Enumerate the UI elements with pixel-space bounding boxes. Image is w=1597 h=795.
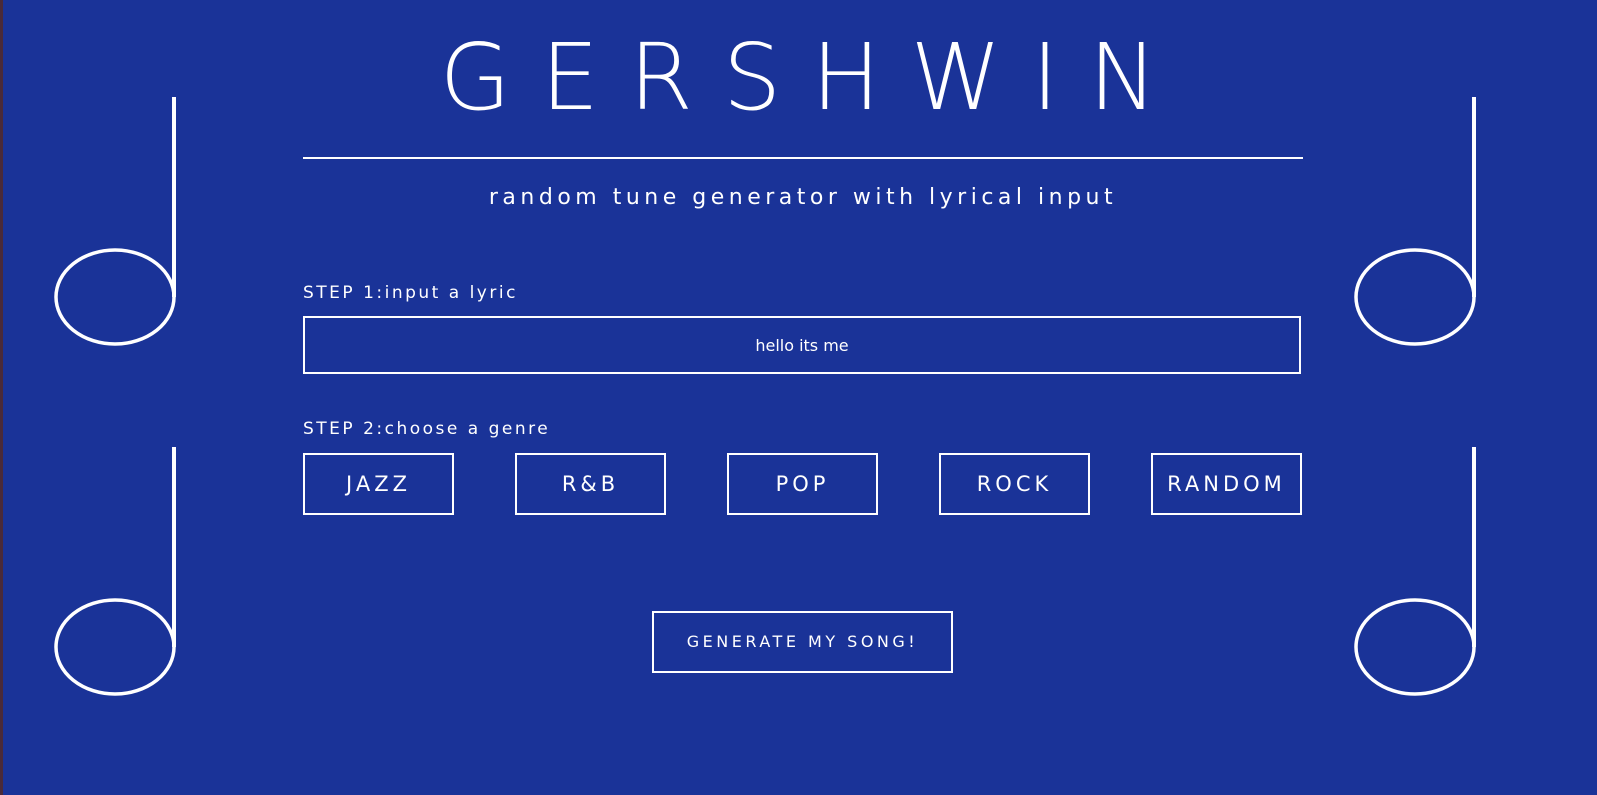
genre-button-rnb[interactable]: R&B [515,453,666,515]
app-title: GERSHWIN [439,24,1188,131]
half-note-icon [1353,447,1483,697]
genre-button-group: JAZZ R&B POP ROCK RANDOM [303,453,1303,515]
page: GERSHWIN random tune generator with lyri… [0,0,1597,795]
genre-button-jazz[interactable]: JAZZ [303,453,454,515]
app-subtitle: random tune generator with lyrical input [488,185,1118,210]
genre-button-random[interactable]: RANDOM [1151,453,1302,515]
half-note-icon [53,447,183,697]
half-note-icon [1353,97,1483,347]
generate-song-button[interactable]: GENERATE MY SONG! [652,611,953,673]
genre-button-pop[interactable]: POP [727,453,878,515]
genre-button-rock[interactable]: ROCK [939,453,1090,515]
lyric-input[interactable] [303,316,1301,374]
step2-label: STEP 2:choose a genre [303,419,551,439]
step1-label: STEP 1:input a lyric [303,283,518,303]
half-note-icon [53,97,183,347]
title-divider [303,157,1303,159]
